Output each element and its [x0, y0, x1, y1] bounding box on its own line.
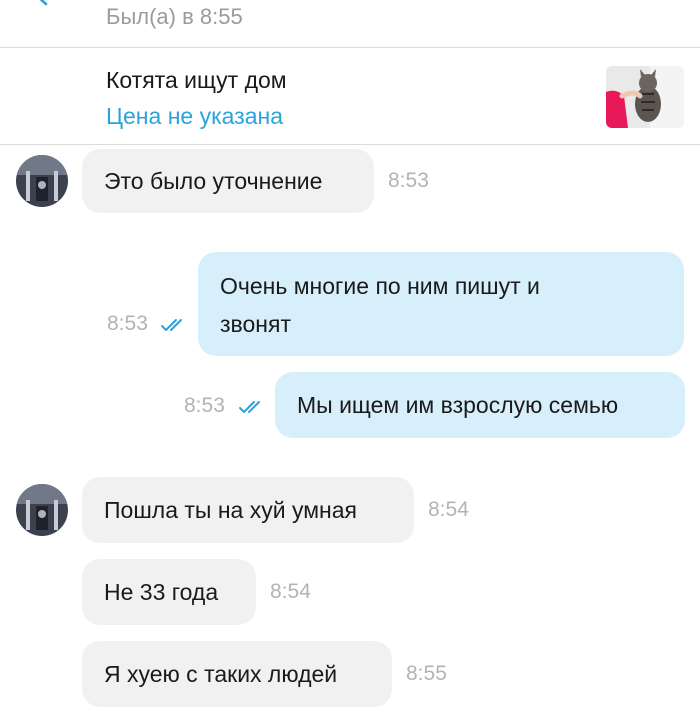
listing-thumbnail[interactable] — [606, 66, 684, 128]
message-time: 8:53 — [388, 169, 429, 192]
message-text: Мы ищем им взрослую семью — [297, 392, 619, 418]
message-bubble-outgoing[interactable]: Мы ищем им взрослую семью — [275, 372, 685, 438]
message-text: Не 33 года — [104, 579, 219, 605]
message-time: 8:54 — [270, 580, 311, 603]
double-check-icon — [239, 401, 260, 413]
sender-avatar[interactable] — [16, 155, 68, 207]
double-check-icon — [161, 319, 182, 331]
chat-header: Был(а) в 8:55 — [0, 0, 700, 48]
sender-avatar[interactable] — [16, 484, 68, 536]
message-bubble-outgoing[interactable]: Очень многие по ним пишут и звонят — [198, 252, 684, 356]
message-time: 8:54 — [428, 498, 469, 521]
message-text: Это было уточнение — [104, 168, 323, 194]
listing-card[interactable]: Котята ищут дом Цена не указана — [0, 49, 700, 145]
message-bubble-incoming[interactable]: Это было уточнение — [82, 149, 374, 213]
message-time: 8:53 — [184, 394, 225, 417]
message-time: 8:53 — [107, 312, 148, 335]
last-seen-status: Был(а) в 8:55 — [106, 4, 243, 29]
message-text: Пошла ты на хуй умная — [104, 497, 357, 523]
message-bubble-incoming[interactable]: Я хуею с таких людей — [82, 641, 392, 707]
message-text-line-2: звонят — [220, 311, 291, 337]
chat-screen: Был(а) в 8:55 Котята ищут дом Цена не ук… — [0, 0, 700, 723]
message-time: 8:55 — [406, 662, 447, 685]
listing-title: Котята ищут дом — [106, 67, 287, 93]
message-text-line-1: Очень многие по ним пишут и — [220, 273, 540, 299]
message-text: Я хуею с таких людей — [104, 661, 338, 687]
back-chevron-icon[interactable] — [30, 0, 54, 8]
message-bubble-incoming[interactable]: Пошла ты на хуй умная — [82, 477, 414, 543]
listing-price: Цена не указана — [106, 103, 284, 129]
message-bubble-incoming[interactable]: Не 33 года — [82, 559, 256, 625]
